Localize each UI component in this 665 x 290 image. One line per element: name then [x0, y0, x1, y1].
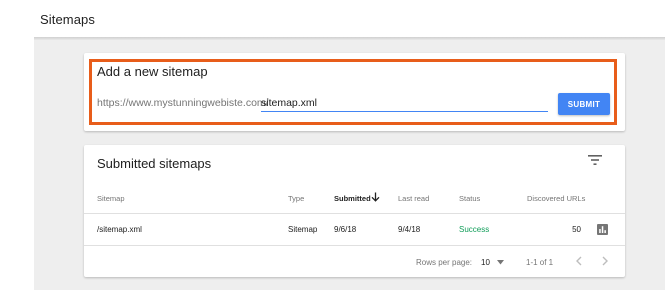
cell-discovered-urls: 50 [572, 225, 581, 234]
column-header-type[interactable]: Type [288, 194, 304, 203]
page-title: Sitemaps [40, 12, 95, 27]
status-badge: Success [459, 225, 490, 234]
chevron-right-icon[interactable] [601, 256, 609, 266]
column-header-last-read[interactable]: Last read [398, 194, 429, 203]
chevron-down-icon[interactable] [497, 260, 504, 265]
add-sitemap-title: Add a new sitemap [97, 64, 208, 79]
column-header-sitemap[interactable]: Sitemap [97, 194, 125, 203]
page-header: Sitemaps [0, 0, 665, 37]
column-header-status[interactable]: Status [459, 194, 480, 203]
cell-last-read: 9/4/18 [398, 225, 421, 234]
sitemap-url-prefix: https://www.mystunningwebiste.com/ [97, 97, 269, 109]
column-header-discovered-urls[interactable]: Discovered URLs [527, 194, 585, 203]
sort-down-arrow-icon[interactable] [371, 192, 380, 202]
column-header-submitted[interactable]: Submitted [334, 194, 371, 203]
rows-per-page-select[interactable]: 10 [481, 258, 490, 267]
rows-per-page-label: Rows per page: [416, 258, 473, 267]
submitted-sitemaps-title: Submitted sitemaps [97, 156, 212, 171]
cell-submitted: 9/6/18 [334, 225, 357, 234]
filter-icon[interactable] [588, 154, 602, 166]
pagination-range: 1-1 of 1 [526, 258, 554, 267]
sitemap-url-input[interactable] [261, 94, 548, 112]
bar-chart-icon[interactable] [597, 224, 608, 235]
table-row-divider [84, 245, 625, 246]
cell-type: Sitemap [288, 225, 318, 234]
chevron-left-icon[interactable] [575, 256, 583, 266]
submit-button[interactable]: SUBMIT [558, 93, 610, 115]
table-header-divider [84, 213, 625, 214]
cell-sitemap: /sitemap.xml [97, 225, 142, 234]
